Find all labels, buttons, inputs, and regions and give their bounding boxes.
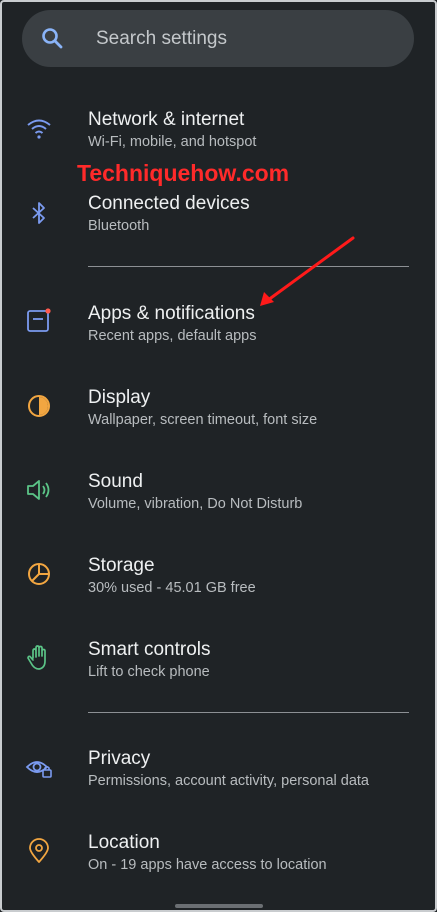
search-bar[interactable]: Search settings	[22, 10, 414, 67]
settings-item-subtitle: Volume, vibration, Do Not Disturb	[88, 496, 303, 512]
settings-item-apps-notifications[interactable]: Apps & notifications Recent apps, defaul…	[0, 294, 437, 364]
home-indicator	[175, 904, 263, 908]
settings-item-subtitle: Recent apps, default apps	[88, 328, 257, 344]
speaker-icon	[27, 480, 50, 500]
search-placeholder: Search settings	[96, 28, 227, 49]
settings-item-title: Storage	[88, 555, 155, 576]
wifi-icon	[27, 119, 51, 139]
location-pin-icon	[29, 838, 49, 863]
eye-lock-icon	[25, 761, 52, 778]
annotation-arrow	[260, 236, 355, 306]
settings-item-title: Apps & notifications	[88, 303, 255, 324]
hand-icon	[27, 645, 46, 670]
settings-item-title: Display	[88, 387, 151, 408]
settings-item-subtitle: Lift to check phone	[88, 664, 210, 680]
settings-item-subtitle: Bluetooth	[88, 218, 150, 234]
settings-item-subtitle: On - 19 apps have access to location	[88, 857, 327, 873]
search-icon	[42, 28, 63, 49]
settings-item-title: Network & internet	[88, 109, 245, 130]
section-divider	[88, 712, 409, 713]
settings-item-subtitle: Wallpaper, screen timeout, font size	[88, 412, 318, 428]
settings-item-title: Smart controls	[88, 639, 211, 660]
settings-item-connected-devices[interactable]: Connected devices Bluetooth	[0, 184, 437, 254]
settings-item-title: Privacy	[88, 748, 151, 769]
settings-item-subtitle: Permissions, account activity, personal …	[88, 773, 370, 789]
bluetooth-icon	[32, 202, 45, 224]
settings-item-sound[interactable]: Sound Volume, vibration, Do Not Disturb	[0, 462, 437, 532]
display-icon	[28, 395, 50, 417]
settings-item-smart-controls[interactable]: Smart controls Lift to check phone	[0, 630, 437, 700]
settings-item-storage[interactable]: Storage 30% used - 45.01 GB free	[0, 546, 437, 616]
settings-item-title: Sound	[88, 471, 143, 492]
settings-item-location[interactable]: Location On - 19 apps have access to loc…	[0, 823, 437, 893]
settings-item-subtitle: 30% used - 45.01 GB free	[88, 580, 256, 596]
settings-item-subtitle: Wi-Fi, mobile, and hotspot	[88, 134, 257, 150]
watermark-text: Techniquehow.com	[77, 160, 290, 186]
apps-icon	[27, 308, 51, 332]
settings-item-display[interactable]: Display Wallpaper, screen timeout, font …	[0, 378, 437, 448]
settings-item-privacy[interactable]: Privacy Permissions, account activity, p…	[0, 739, 437, 809]
storage-icon	[28, 563, 50, 585]
settings-item-title: Location	[88, 832, 160, 853]
settings-item-title: Connected devices	[88, 193, 250, 214]
